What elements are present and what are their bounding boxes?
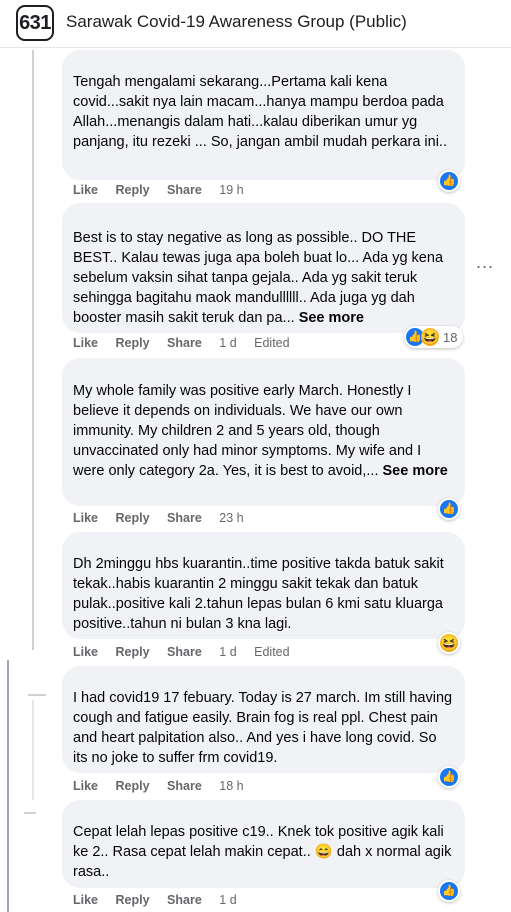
edited-label[interactable]: Edited	[254, 336, 289, 350]
thread-line	[32, 700, 34, 800]
comment-text: Dh 2minggu hbs kuarantin..time positive …	[73, 556, 444, 632]
more-options-icon[interactable]: ...	[476, 253, 494, 271]
share-button[interactable]: Share	[167, 511, 202, 525]
reaction-summary[interactable]: 😆	[438, 632, 460, 654]
like-button[interactable]: Like	[73, 779, 98, 793]
thread-line	[32, 50, 34, 650]
comment-text: Tengah mengalami sekarang...Pertama kali…	[73, 74, 447, 150]
reaction-summary[interactable]: 👍 😆 18	[404, 326, 464, 348]
comment-bubble[interactable]: Best is to stay negative as long as poss…	[62, 203, 465, 333]
comment-text: Cepat lelah lepas positive c19.. Knek to…	[73, 824, 452, 880]
reply-button[interactable]: Reply	[116, 511, 150, 525]
comment-bubble[interactable]: Tengah mengalami sekarang...Pertama kali…	[62, 50, 465, 180]
share-button[interactable]: Share	[167, 336, 202, 350]
reply-button[interactable]: Reply	[116, 645, 150, 659]
see-more-link[interactable]: See more	[383, 463, 448, 479]
reply-button[interactable]: Reply	[116, 779, 150, 793]
reaction-summary[interactable]: 👍	[438, 170, 460, 192]
like-button[interactable]: Like	[73, 336, 98, 350]
reaction-count: 18	[443, 329, 458, 345]
reply-connector	[24, 812, 36, 814]
comment: I had covid19 17 febuary. Today is 27 ma…	[62, 666, 465, 796]
haha-icon: 😆	[439, 634, 459, 652]
reply-connector	[28, 694, 46, 696]
like-icon: 👍	[440, 882, 458, 900]
comment-text: I had covid19 17 febuary. Today is 27 ma…	[73, 690, 453, 766]
comment-text: Best is to stay negative as long as poss…	[73, 230, 444, 326]
like-button[interactable]: Like	[73, 183, 98, 197]
comment-time[interactable]: 23 h	[219, 511, 243, 525]
like-icon: 👍	[440, 500, 458, 518]
comment-actions: Like Reply Share 19 h	[73, 183, 258, 197]
reply-button[interactable]: Reply	[116, 183, 150, 197]
reaction-summary[interactable]: 👍	[438, 498, 460, 520]
group-title[interactable]: Sarawak Covid-19 Awareness Group (Public…	[66, 12, 407, 32]
comment-bubble[interactable]: I had covid19 17 febuary. Today is 27 ma…	[62, 666, 465, 773]
comment-time[interactable]: 19 h	[219, 183, 243, 197]
comment-actions: Like Reply Share 18 h	[73, 779, 258, 793]
reaction-summary[interactable]: 👍	[438, 880, 460, 902]
like-button[interactable]: Like	[73, 511, 98, 525]
haha-icon: 😆	[420, 328, 440, 346]
share-button[interactable]: Share	[167, 645, 202, 659]
like-button[interactable]: Like	[73, 645, 98, 659]
like-icon: 👍	[440, 172, 458, 190]
edited-label[interactable]: Edited	[254, 645, 289, 659]
comment-actions: Like Reply Share 1 d Edited	[73, 336, 304, 350]
comment: Dh 2minggu hbs kuarantin..time positive …	[62, 532, 465, 662]
comment-time[interactable]: 18 h	[219, 779, 243, 793]
thread-highlight	[7, 660, 9, 912]
comment-actions: Like Reply Share 1 d	[73, 893, 251, 907]
reply-button[interactable]: Reply	[116, 893, 150, 907]
comment-actions: Like Reply Share 23 h	[73, 511, 258, 525]
comment-bubble[interactable]: Dh 2minggu hbs kuarantin..time positive …	[62, 532, 465, 639]
like-button[interactable]: Like	[73, 893, 98, 907]
comment: My whole family was positive early March…	[62, 358, 465, 528]
comment: Best is to stay negative as long as poss…	[62, 203, 465, 355]
comment-time[interactable]: 1 d	[219, 645, 236, 659]
comment-time[interactable]: 1 d	[219, 336, 236, 350]
comment-actions: Like Reply Share 1 d Edited	[73, 645, 304, 659]
share-button[interactable]: Share	[167, 893, 202, 907]
comment-text: My whole family was positive early March…	[73, 383, 422, 479]
group-badge[interactable]: 631	[16, 5, 54, 41]
comment: Cepat lelah lepas positive c19.. Knek to…	[62, 800, 465, 912]
see-more-link[interactable]: See more	[299, 310, 364, 326]
share-button[interactable]: Share	[167, 183, 202, 197]
share-button[interactable]: Share	[167, 779, 202, 793]
comment-time[interactable]: 1 d	[219, 893, 236, 907]
comment-bubble[interactable]: My whole family was positive early March…	[62, 358, 465, 506]
comment: Tengah mengalami sekarang...Pertama kali…	[62, 50, 465, 200]
like-icon: 👍	[440, 768, 458, 786]
reply-button[interactable]: Reply	[116, 336, 150, 350]
group-header: 631 Sarawak Covid-19 Awareness Group (Pu…	[0, 0, 511, 48]
reaction-summary[interactable]: 👍	[438, 766, 460, 788]
comment-bubble[interactable]: Cepat lelah lepas positive c19.. Knek to…	[62, 800, 465, 888]
